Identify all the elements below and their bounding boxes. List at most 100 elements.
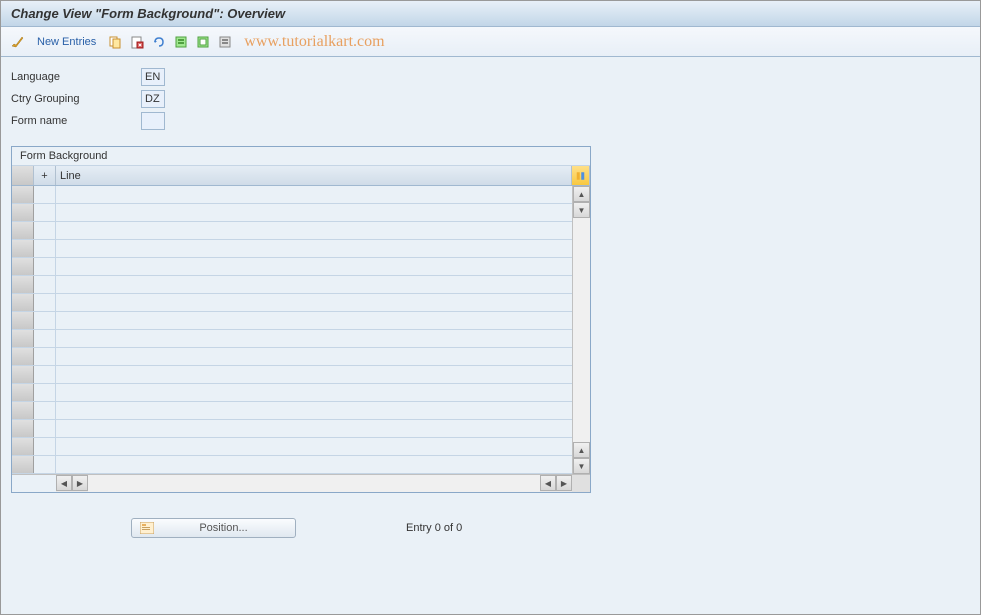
ctry-grouping-field[interactable]: [141, 90, 165, 108]
column-plus[interactable]: +: [34, 166, 56, 185]
cell-plus[interactable]: [34, 438, 56, 455]
cell-plus[interactable]: [34, 420, 56, 437]
position-button[interactable]: Position...: [131, 518, 296, 538]
row-selector[interactable]: [12, 276, 34, 293]
table-row[interactable]: [12, 204, 572, 222]
row-selector[interactable]: [12, 384, 34, 401]
language-label: Language: [11, 71, 141, 83]
table-row[interactable]: [12, 186, 572, 204]
row-selector[interactable]: [12, 294, 34, 311]
row-selector[interactable]: [12, 348, 34, 365]
scroll-right-icon[interactable]: ▶: [72, 475, 88, 491]
scroll-left-icon[interactable]: ◀: [56, 475, 72, 491]
table-row[interactable]: [12, 276, 572, 294]
scroll-down2-icon[interactable]: ▼: [573, 458, 590, 474]
cell-line[interactable]: [56, 348, 572, 365]
cell-line[interactable]: [56, 204, 572, 221]
table-row[interactable]: [12, 348, 572, 366]
row-selector[interactable]: [12, 204, 34, 221]
column-line[interactable]: Line: [56, 166, 572, 185]
row-selector[interactable]: [12, 312, 34, 329]
table-row[interactable]: [12, 330, 572, 348]
cell-line[interactable]: [56, 330, 572, 347]
column-select-all[interactable]: [12, 166, 34, 185]
table-row[interactable]: [12, 240, 572, 258]
table-row[interactable]: [12, 384, 572, 402]
cell-line[interactable]: [56, 438, 572, 455]
new-entries-button[interactable]: New Entries: [31, 36, 102, 48]
cell-line[interactable]: [56, 258, 572, 275]
cell-line[interactable]: [56, 312, 572, 329]
cell-line[interactable]: [56, 294, 572, 311]
copy-icon[interactable]: [106, 33, 124, 51]
table-row[interactable]: [12, 366, 572, 384]
table-config-icon[interactable]: [572, 166, 590, 185]
language-field[interactable]: [141, 68, 165, 86]
scroll-down-icon[interactable]: ▼: [573, 202, 590, 218]
cell-plus[interactable]: [34, 312, 56, 329]
cell-line[interactable]: [56, 276, 572, 293]
toolbar: New Entries www.tutorialkart.com: [1, 27, 980, 57]
cell-plus[interactable]: [34, 366, 56, 383]
undo-icon[interactable]: [150, 33, 168, 51]
cell-plus[interactable]: [34, 258, 56, 275]
scroll-up-icon[interactable]: ▲: [573, 186, 590, 202]
row-selector[interactable]: [12, 186, 34, 203]
horizontal-scrollbar[interactable]: ◀ ▶ ◀ ▶: [12, 474, 590, 492]
delete-icon[interactable]: [128, 33, 146, 51]
cell-plus[interactable]: [34, 348, 56, 365]
row-selector[interactable]: [12, 456, 34, 473]
cell-line[interactable]: [56, 222, 572, 239]
cell-plus[interactable]: [34, 222, 56, 239]
form-name-label: Form name: [11, 115, 141, 127]
cell-plus[interactable]: [34, 402, 56, 419]
row-selector[interactable]: [12, 402, 34, 419]
table-row[interactable]: [12, 294, 572, 312]
cell-line[interactable]: [56, 402, 572, 419]
hscroll-track[interactable]: [88, 475, 540, 492]
cell-line[interactable]: [56, 420, 572, 437]
row-selector[interactable]: [12, 420, 34, 437]
table-row[interactable]: [12, 258, 572, 276]
vertical-scrollbar[interactable]: ▲ ▼ ▲ ▼: [572, 186, 590, 474]
cell-line[interactable]: [56, 240, 572, 257]
table-header: + Line: [12, 166, 590, 186]
row-selector[interactable]: [12, 438, 34, 455]
cell-line[interactable]: [56, 384, 572, 401]
row-selector[interactable]: [12, 330, 34, 347]
table-row[interactable]: [12, 438, 572, 456]
scroll-right2-icon[interactable]: ▶: [556, 475, 572, 491]
scroll-track[interactable]: [573, 218, 590, 442]
scroll-left2-icon[interactable]: ◀: [540, 475, 556, 491]
toggle-display-icon[interactable]: [9, 33, 27, 51]
table-row[interactable]: [12, 420, 572, 438]
watermark-text: www.tutorialkart.com: [244, 33, 384, 51]
scroll-up2-icon[interactable]: ▲: [573, 442, 590, 458]
row-selector[interactable]: [12, 366, 34, 383]
cell-line[interactable]: [56, 456, 572, 473]
select-block-icon[interactable]: [194, 33, 212, 51]
cell-plus[interactable]: [34, 186, 56, 203]
select-all-icon[interactable]: [172, 33, 190, 51]
table-row[interactable]: [12, 312, 572, 330]
cell-line[interactable]: [56, 186, 572, 203]
row-selector[interactable]: [12, 258, 34, 275]
table-title: Form Background: [12, 147, 590, 166]
cell-line[interactable]: [56, 366, 572, 383]
cell-plus[interactable]: [34, 384, 56, 401]
cell-plus[interactable]: [34, 276, 56, 293]
row-selector[interactable]: [12, 222, 34, 239]
cell-plus[interactable]: [34, 240, 56, 257]
deselect-all-icon[interactable]: [216, 33, 234, 51]
cell-plus[interactable]: [34, 204, 56, 221]
table-row[interactable]: [12, 456, 572, 474]
cell-plus[interactable]: [34, 330, 56, 347]
cell-plus[interactable]: [34, 294, 56, 311]
table-row[interactable]: [12, 222, 572, 240]
table-row[interactable]: [12, 402, 572, 420]
cell-plus[interactable]: [34, 456, 56, 473]
row-selector[interactable]: [12, 240, 34, 257]
page-title: Change View "Form Background": Overview: [1, 1, 980, 27]
entry-status: Entry 0 of 0: [406, 522, 462, 534]
form-name-field[interactable]: [141, 112, 165, 130]
